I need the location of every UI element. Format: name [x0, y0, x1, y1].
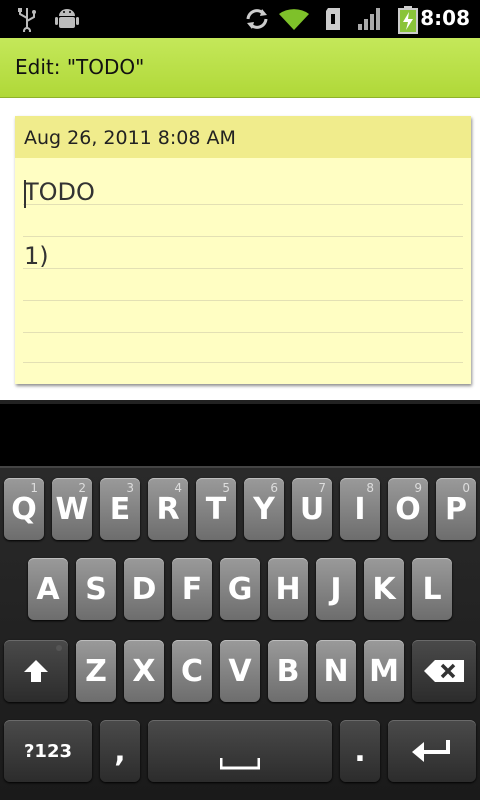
key-hint: 6	[270, 481, 278, 495]
key-hint: 5	[222, 481, 230, 495]
key-t[interactable]: 5T	[196, 478, 236, 540]
key-label: R	[156, 491, 180, 527]
key-m[interactable]: M	[364, 640, 404, 702]
key-label: Y	[253, 491, 275, 527]
sd-card-icon	[326, 8, 340, 30]
rule-line	[23, 362, 463, 363]
usb-icon	[18, 8, 36, 32]
key-label: W	[55, 491, 89, 527]
key-label: U	[299, 491, 325, 527]
key-z[interactable]: Z	[76, 640, 116, 702]
key-u[interactable]: 7U	[292, 478, 332, 540]
key-j[interactable]: J	[316, 558, 356, 620]
title-bar: Edit: "TODO"	[0, 38, 480, 98]
soft-keyboard: 1Q 2W 3E 4R 5T 6Y 7U 8I 9O 0P A S D F G …	[0, 466, 480, 800]
key-label: T	[205, 491, 227, 527]
key-hint: 0	[462, 481, 470, 495]
key-i[interactable]: 8I	[340, 478, 380, 540]
shift-icon	[24, 660, 48, 682]
key-o[interactable]: 9O	[388, 478, 428, 540]
rule-line	[23, 236, 463, 237]
note-line[interactable]: TODO	[24, 178, 95, 206]
space-icon	[220, 758, 260, 770]
key-y[interactable]: 6Y	[244, 478, 284, 540]
key-n[interactable]: N	[316, 640, 356, 702]
key-r[interactable]: 4R	[148, 478, 188, 540]
key-b[interactable]: B	[268, 640, 308, 702]
key-label: P	[445, 491, 467, 527]
key-hint: 8	[366, 481, 374, 495]
key-s[interactable]: S	[76, 558, 116, 620]
comma-key[interactable]: ,	[100, 720, 140, 782]
key-h[interactable]: H	[268, 558, 308, 620]
rule-line	[23, 332, 463, 333]
key-f[interactable]: F	[172, 558, 212, 620]
battery-charging-icon	[398, 6, 418, 34]
note-date: Aug 26, 2011 8:08 AM	[24, 127, 236, 149]
key-hint: 7	[318, 481, 326, 495]
key-hint: 9	[414, 481, 422, 495]
key-hint: 3	[126, 481, 134, 495]
note-line[interactable]: 1)	[24, 242, 49, 270]
key-hint: 4	[174, 481, 182, 495]
rule-line	[23, 300, 463, 301]
sync-icon	[246, 9, 268, 29]
symbols-key[interactable]: ?123	[4, 720, 92, 782]
period-key[interactable]: .	[340, 720, 380, 782]
key-d[interactable]: D	[124, 558, 164, 620]
enter-key[interactable]	[388, 720, 476, 782]
key-g[interactable]: G	[220, 558, 260, 620]
space-key[interactable]	[148, 720, 332, 782]
key-label: E	[109, 491, 131, 527]
key-p[interactable]: 0P	[436, 478, 476, 540]
key-v[interactable]: V	[220, 640, 260, 702]
android-debug-icon	[55, 9, 79, 28]
key-l[interactable]: L	[412, 558, 452, 620]
shift-lock-indicator	[56, 645, 62, 651]
key-a[interactable]: A	[28, 558, 68, 620]
note-header: Aug 26, 2011 8:08 AM	[15, 116, 471, 158]
key-e[interactable]: 3E	[100, 478, 140, 540]
key-q[interactable]: 1Q	[4, 478, 44, 540]
signal-icon	[358, 8, 380, 30]
enter-icon	[412, 740, 450, 762]
key-k[interactable]: K	[364, 558, 404, 620]
divider	[0, 400, 480, 404]
key-hint: 2	[78, 481, 86, 495]
keyboard-top-border	[0, 466, 480, 468]
rule-line	[23, 268, 463, 269]
key-label: I	[354, 491, 366, 527]
key-x[interactable]: X	[124, 640, 164, 702]
status-bar: 8:08	[0, 0, 480, 38]
key-label: Q	[11, 491, 37, 527]
backspace-icon	[424, 660, 464, 682]
key-w[interactable]: 2W	[52, 478, 92, 540]
shift-key[interactable]	[4, 640, 68, 702]
page-title: Edit: "TODO"	[15, 55, 145, 79]
key-c[interactable]: C	[172, 640, 212, 702]
status-time: 8:08	[420, 6, 470, 30]
key-hint: 1	[30, 481, 38, 495]
key-label: O	[395, 491, 421, 527]
note-editor[interactable]: Aug 26, 2011 8:08 AM TODO 1)	[15, 116, 471, 384]
backspace-key[interactable]	[412, 640, 476, 702]
wifi-icon	[279, 9, 309, 30]
